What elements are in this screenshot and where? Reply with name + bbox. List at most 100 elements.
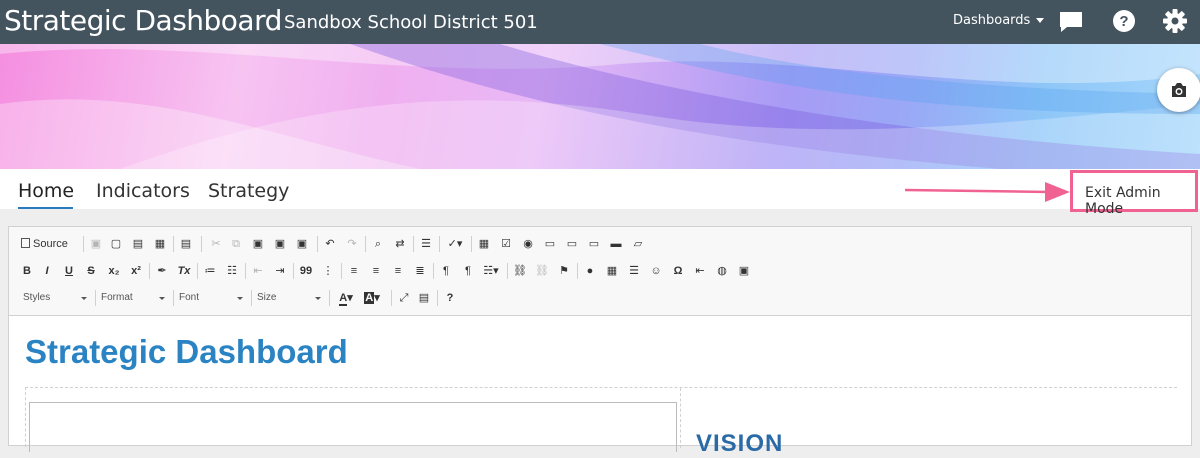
templates-icon[interactable]: ▤: [179, 235, 193, 253]
content-title[interactable]: Strategic Dashboard: [25, 333, 348, 371]
textarea-icon[interactable]: ▭: [565, 235, 579, 253]
horizontal-line-icon[interactable]: ☰: [627, 262, 641, 280]
show-blocks-icon[interactable]: ▤: [417, 289, 431, 307]
size-combo[interactable]: Size: [257, 289, 321, 307]
select-all-icon[interactable]: ☰: [419, 235, 433, 253]
underline-button[interactable]: U: [63, 262, 75, 280]
ordered-list-icon[interactable]: ≔: [203, 262, 217, 280]
camera-icon: [1172, 83, 1186, 97]
table-icon[interactable]: ▦: [605, 262, 619, 280]
chevron-down-icon: [1036, 18, 1045, 23]
smiley-icon[interactable]: ☺: [649, 262, 663, 280]
textfield-icon[interactable]: ▭: [543, 235, 557, 253]
blockquote-button[interactable]: 99: [299, 262, 313, 280]
align-right-icon[interactable]: ≡: [391, 262, 405, 280]
chevron-down-icon: [237, 297, 243, 300]
page-break-icon[interactable]: ⇤: [693, 262, 707, 280]
chat-icon[interactable]: [1057, 8, 1085, 36]
paste-text-icon[interactable]: ▣: [273, 235, 287, 253]
flash-icon[interactable]: ●: [583, 262, 597, 280]
top-header: Strategic Dashboard Sandbox School Distr…: [0, 0, 1200, 44]
link-icon[interactable]: ⛓: [513, 262, 527, 280]
font-label: Font: [179, 292, 200, 303]
text-color-icon[interactable]: A▾: [335, 289, 357, 307]
chevron-down-icon: [159, 297, 165, 300]
justify-icon[interactable]: ≣: [413, 262, 427, 280]
checkbox-icon[interactable]: ☑: [499, 235, 513, 253]
iframe-icon[interactable]: ◍: [715, 262, 729, 280]
bullet-list-icon[interactable]: ☷: [225, 262, 239, 280]
toolbar-separator: [317, 236, 318, 252]
form-icon[interactable]: ▦: [477, 235, 491, 253]
size-label: Size: [257, 292, 277, 303]
image-icon[interactable]: ▣: [737, 262, 751, 280]
rtl-icon[interactable]: ¶: [461, 262, 475, 280]
chevron-down-icon: [315, 297, 321, 300]
strikethrough-button[interactable]: S: [85, 262, 97, 280]
tab-home[interactable]: Home: [18, 180, 74, 202]
content-layout-table[interactable]: [25, 387, 1177, 452]
dashboards-menu-label: Dashboards: [953, 13, 1031, 28]
spellcheck-icon[interactable]: ✓▾: [445, 235, 465, 253]
print-icon[interactable]: ▦: [153, 235, 167, 253]
remove-format-button[interactable]: Tx: [177, 262, 191, 280]
anchor-icon[interactable]: ⚑: [557, 262, 571, 280]
align-center-icon[interactable]: ≡: [369, 262, 383, 280]
help-icon[interactable]: ?: [1110, 8, 1138, 36]
cell-divider: [680, 388, 681, 448]
copy-format-icon[interactable]: ✒: [155, 262, 169, 280]
toolbar-separator: [251, 290, 252, 306]
preview-icon[interactable]: ▤: [131, 235, 145, 253]
exit-admin-mode-button[interactable]: Exit Admin Mode: [1070, 170, 1198, 217]
toolbar-separator: [341, 263, 342, 279]
toolbar-separator: [149, 263, 150, 279]
ltr-icon[interactable]: ¶: [439, 262, 453, 280]
active-tab-indicator: [18, 207, 73, 209]
gear-icon[interactable]: [1161, 8, 1189, 36]
paste-word-icon[interactable]: ▣: [295, 235, 309, 253]
toolbar-separator: [439, 236, 440, 252]
vision-heading[interactable]: VISION: [696, 430, 783, 458]
superscript-button[interactable]: x²: [129, 262, 143, 280]
italic-button[interactable]: I: [41, 262, 53, 280]
select-field-icon[interactable]: ▭: [587, 235, 601, 253]
button-field-icon[interactable]: ▬: [609, 235, 623, 253]
bold-button[interactable]: B: [21, 262, 33, 280]
align-left-icon[interactable]: ≡: [347, 262, 361, 280]
toolbar-separator: [95, 290, 96, 306]
save-icon[interactable]: ▣: [89, 235, 103, 253]
subscript-button[interactable]: x₂: [107, 262, 121, 280]
unlink-icon[interactable]: ⛓: [535, 262, 549, 280]
outdent-icon[interactable]: ⇤: [251, 262, 265, 280]
help-button[interactable]: ?: [443, 289, 457, 307]
undo-icon[interactable]: ↶: [323, 235, 337, 253]
toolbar-separator: [293, 263, 294, 279]
radio-icon[interactable]: ◉: [521, 235, 535, 253]
format-combo[interactable]: Format: [101, 289, 165, 307]
redo-icon[interactable]: ↷: [345, 235, 359, 253]
indent-icon[interactable]: ⇥: [273, 262, 287, 280]
language-icon[interactable]: ☵▾: [481, 262, 501, 280]
background-color-icon[interactable]: A▾: [361, 289, 383, 307]
source-button[interactable]: Source: [21, 235, 77, 253]
find-icon[interactable]: ⌕: [371, 235, 385, 253]
special-char-button[interactable]: Ω: [671, 262, 685, 280]
div-container-icon[interactable]: ⋮: [321, 262, 335, 280]
maximize-icon[interactable]: ⤢: [397, 289, 411, 307]
cut-icon[interactable]: ✂: [209, 235, 223, 253]
district-name: Sandbox School District 501: [284, 12, 538, 33]
toolbar-separator: [391, 290, 392, 306]
rich-text-editor: Source ▣ ▢ ▤ ▦ ▤ ✂ ⧉ ▣ ▣ ▣ ↶ ↷ ⌕ ⇄ ☰ ✓▾: [8, 226, 1192, 457]
replace-icon[interactable]: ⇄: [393, 235, 407, 253]
change-banner-button[interactable]: [1157, 68, 1200, 112]
new-page-icon[interactable]: ▢: [109, 235, 123, 253]
content-cell-left[interactable]: [29, 402, 677, 452]
dashboards-menu[interactable]: Dashboards: [953, 13, 1045, 28]
hidden-field-icon[interactable]: ▱: [631, 235, 645, 253]
tab-strategy[interactable]: Strategy: [208, 180, 289, 202]
styles-combo[interactable]: Styles: [23, 289, 87, 307]
copy-icon[interactable]: ⧉: [229, 235, 243, 253]
font-combo[interactable]: Font: [179, 289, 243, 307]
paste-icon[interactable]: ▣: [251, 235, 265, 253]
tab-indicators[interactable]: Indicators: [96, 180, 190, 202]
